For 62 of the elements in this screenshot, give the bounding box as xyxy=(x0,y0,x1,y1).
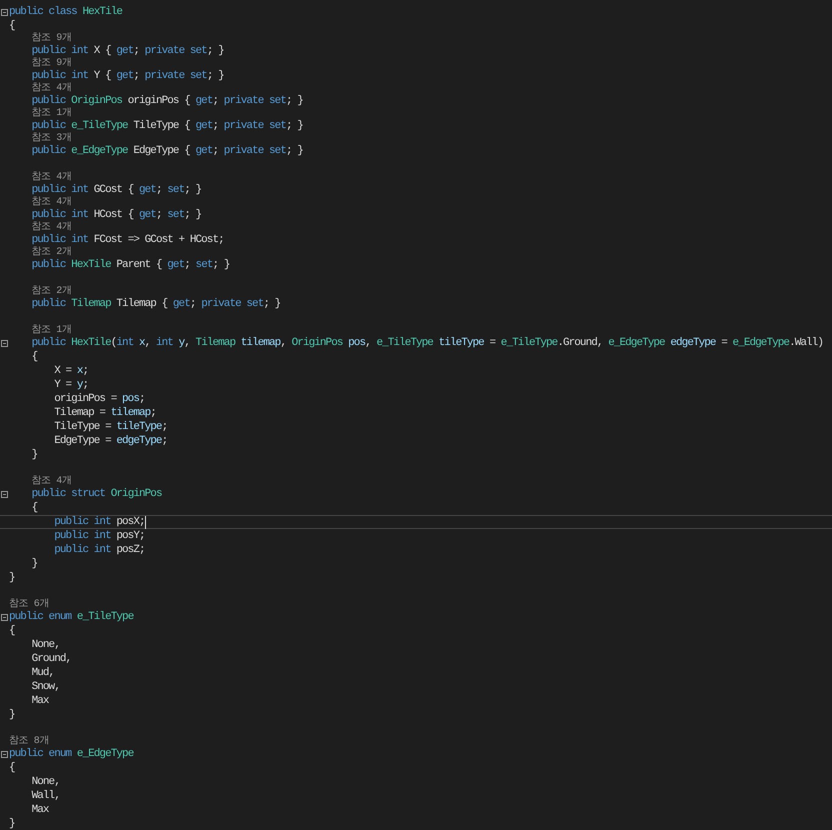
code-line: public OriginPos originPos { get; private set; } xyxy=(30,94,303,108)
collapse-icon[interactable] xyxy=(1,8,8,16)
code-line: public e_EdgeType EdgeType { get; private set; } xyxy=(30,144,303,158)
code-line: public enum e_TileType xyxy=(9,610,134,624)
code-line: } xyxy=(30,557,38,571)
reference-count[interactable]: 참조 2개 xyxy=(9,247,72,258)
reference-count[interactable]: 참조 6개 xyxy=(9,599,50,610)
code-line: Max xyxy=(30,694,49,708)
code-line: public int X { get; private set; } xyxy=(30,44,224,58)
code-line: Wall, xyxy=(30,789,60,803)
code-line: public int posY; xyxy=(53,529,145,543)
reference-count[interactable]: 참조 4개 xyxy=(9,83,72,94)
code-line: Ground, xyxy=(30,652,72,666)
code-line: public int FCost => GCost + HCost; xyxy=(30,233,224,246)
reference-count[interactable]: 참조 4개 xyxy=(9,222,72,233)
code-line: None, xyxy=(30,775,60,789)
reference-count[interactable]: 참조 9개 xyxy=(9,58,72,69)
code-line: originPos = pos; xyxy=(53,392,145,406)
code-line: { xyxy=(9,19,15,33)
code-line: public int Y { get; private set; } xyxy=(30,69,224,82)
code-line: public int posX; xyxy=(53,515,145,529)
code-line: public class HexTile xyxy=(9,5,122,19)
code-line: public int posZ; xyxy=(53,543,145,557)
code-line: Tilemap = tilemap; xyxy=(53,406,156,420)
code-line: Max xyxy=(30,803,49,817)
code-line: Snow, xyxy=(30,680,60,694)
collapse-icon[interactable] xyxy=(1,340,8,346)
code-line: public Tilemap Tilemap { get; private set; } xyxy=(30,297,280,311)
code-line: } xyxy=(9,708,15,722)
code-line: None, xyxy=(30,638,60,652)
code-line: } xyxy=(30,448,38,462)
text-cursor xyxy=(144,516,146,528)
code-line: Mud, xyxy=(30,666,54,680)
reference-count[interactable]: 참조 1개 xyxy=(9,325,72,336)
code-line: } xyxy=(9,817,15,830)
reference-count[interactable]: 참조 8개 xyxy=(9,736,50,747)
code-line: X = x; xyxy=(53,364,88,378)
code-line: EdgeType = edgeType; xyxy=(53,434,168,448)
collapse-icon[interactable] xyxy=(1,750,8,758)
reference-count[interactable]: 참조 2개 xyxy=(9,286,72,297)
reference-count[interactable]: 참조 9개 xyxy=(9,33,72,44)
reference-count[interactable]: 참조 4개 xyxy=(9,172,72,183)
code-line: { xyxy=(30,501,38,515)
code-line: public int HCost { get; set; } xyxy=(30,208,202,222)
collapse-icon[interactable] xyxy=(1,490,8,498)
reference-count[interactable]: 참조 4개 xyxy=(9,476,72,487)
code-line: } xyxy=(9,571,15,585)
code-line: { xyxy=(9,761,15,775)
code-line: public struct OriginPos xyxy=(30,487,162,501)
code-line: public int GCost { get; set; } xyxy=(30,183,202,196)
code-line: public enum e_EdgeType xyxy=(9,747,134,761)
code-line: { xyxy=(9,624,15,638)
reference-count[interactable]: 참조 1개 xyxy=(9,108,72,119)
code-line: public HexTile Parent { get; set; } xyxy=(30,258,230,272)
code-line: TileType = tileType; xyxy=(53,420,168,434)
reference-count[interactable]: 참조 4개 xyxy=(9,197,72,208)
code-line: { xyxy=(30,350,38,364)
code-line: Y = y; xyxy=(53,378,88,392)
code-line: public HexTile(int x, int y, Tilemap tilemap, OriginPos pos, e_TileType tileType = e_TileType.Ground, e_EdgeType edgeType = e_EdgeType.Wall) xyxy=(30,336,823,350)
collapse-icon[interactable] xyxy=(1,614,8,620)
reference-count[interactable]: 참조 3개 xyxy=(9,133,72,144)
code-line: public e_TileType TileType { get; private set; } xyxy=(30,119,303,132)
